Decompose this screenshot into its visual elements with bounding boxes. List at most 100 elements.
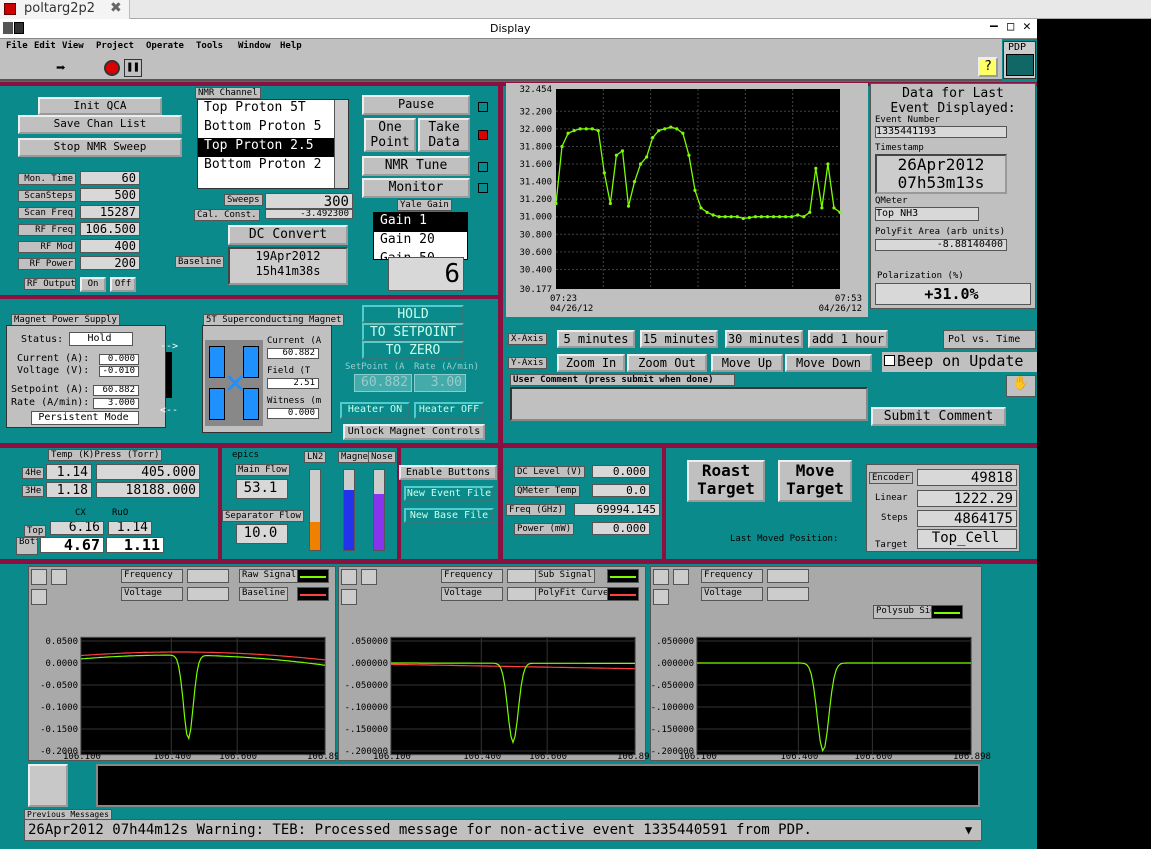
axis-format-icon[interactable]	[767, 569, 809, 583]
top-label: Top	[24, 525, 47, 537]
divider	[0, 559, 1037, 564]
message-button[interactable]	[28, 764, 68, 807]
chevron-down-icon[interactable]: ▼	[965, 823, 972, 837]
zoom-icon[interactable]	[31, 569, 47, 585]
init-qca-button[interactable]: Init QCA	[38, 97, 162, 115]
coil-block	[209, 346, 225, 378]
heater-off-button[interactable]: Heater OFF	[414, 402, 484, 419]
hold-button[interactable]: HOLD	[362, 305, 464, 323]
pan-hand-icon[interactable]	[31, 589, 47, 605]
beep-checkbox[interactable]	[884, 355, 895, 366]
crosshair-icon[interactable]	[361, 569, 377, 585]
nmr-tune-button[interactable]: NMR Tune	[362, 156, 470, 176]
nmr-channel-item[interactable]: Bottom Proton 2	[198, 157, 334, 176]
heater-on-button[interactable]: Heater ON	[340, 402, 410, 419]
zoom-icon[interactable]	[341, 569, 357, 585]
help-button[interactable]: ?	[978, 57, 998, 77]
data-point	[687, 153, 691, 157]
monitor-button[interactable]: Monitor	[362, 178, 470, 198]
rf-on-button[interactable]: On	[80, 277, 106, 292]
x-tick-label: 106.600	[529, 752, 568, 762]
axis-format-icon[interactable]	[187, 587, 229, 601]
nmr-channel-item[interactable]: Top Proton 2.5	[198, 138, 334, 157]
pan-hand-icon[interactable]	[341, 589, 357, 605]
menu-edit[interactable]: Edit	[34, 41, 56, 51]
last-message-field[interactable]: 26Apr2012 07h44m12s Warning: TEB: Proces…	[24, 819, 982, 841]
unlock-magnet-button[interactable]: Unlock Magnet Controls	[343, 424, 485, 440]
rf-off-button[interactable]: Off	[110, 277, 136, 292]
to-setpoint-button[interactable]: TO SETPOINT	[362, 323, 464, 341]
comment-input[interactable]	[510, 387, 868, 421]
tab-poltarg2p2[interactable]: poltarg2p2 ✖	[0, 0, 130, 19]
y-axis-button[interactable]: Move Down	[785, 354, 872, 372]
dc-convert-button[interactable]: DC Convert	[228, 225, 348, 245]
axis-format-icon[interactable]	[187, 569, 229, 583]
list-scrollbar[interactable]	[334, 100, 348, 188]
nmr-field-value[interactable]: 400	[80, 239, 140, 253]
rate-input[interactable]: 3.00	[414, 374, 466, 392]
plot-area	[80, 636, 326, 756]
setpoint-value: 60.882	[93, 385, 139, 396]
nmr-field-value[interactable]: 15287	[80, 205, 140, 219]
nmr-field-value[interactable]: 60	[80, 171, 140, 185]
persistent-mode: Persistent Mode	[31, 411, 139, 425]
axis-format-icon[interactable]	[767, 587, 809, 601]
y-axis-button[interactable]: Move Up	[711, 354, 783, 372]
window-menu-icon[interactable]	[3, 22, 13, 34]
menu-operate[interactable]: Operate	[146, 41, 184, 51]
run-arrow-icon[interactable]: ➡	[56, 58, 66, 77]
setpoint-input[interactable]: 60.882	[354, 374, 412, 392]
enable-buttons-button[interactable]: Enable Buttons	[399, 465, 497, 480]
close-icon[interactable]: ✖	[110, 0, 122, 16]
nmr-field-value[interactable]: 106.500	[80, 222, 140, 236]
stop-nmr-sweep-button[interactable]: Stop NMR Sweep	[18, 138, 182, 157]
gain-list[interactable]: Gain 1 Gain 20 Gain 50	[373, 212, 468, 260]
minimize-icon[interactable]: ‒	[990, 19, 998, 34]
menu-window[interactable]: Window	[238, 41, 271, 51]
witness-label: Witness (m	[267, 396, 322, 406]
x-axis-button[interactable]: 5 minutes	[557, 330, 635, 348]
abort-icon[interactable]	[104, 60, 120, 76]
submit-comment-button[interactable]: Submit Comment	[871, 407, 1006, 426]
gain-item[interactable]: Gain 20	[374, 232, 467, 251]
y-axis-button[interactable]: Zoom In	[557, 354, 625, 372]
take-data-button[interactable]: Take Data	[418, 118, 470, 152]
y-axis-button[interactable]: Zoom Out	[627, 354, 707, 372]
data-point	[808, 210, 812, 214]
data-point	[753, 215, 758, 219]
new-event-file-button[interactable]: New Event File	[404, 486, 494, 501]
nmr-field-value[interactable]: 500	[80, 188, 140, 202]
pan-hand-icon[interactable]: ✋	[1006, 375, 1036, 397]
close-icon[interactable]: ✕	[1023, 19, 1031, 34]
save-chan-button[interactable]: Save Chan List	[18, 115, 182, 134]
crosshair-icon[interactable]	[673, 569, 689, 585]
nmr-field-value[interactable]: 200	[80, 256, 140, 270]
gain-item[interactable]: Gain 1	[374, 213, 467, 232]
menu-view[interactable]: View	[62, 41, 84, 51]
to-zero-button[interactable]: TO ZERO	[362, 341, 464, 359]
move-target-button[interactable]: Move Target	[778, 460, 852, 502]
x-axis-button[interactable]: 15 minutes	[640, 330, 718, 348]
target-value: Top_Cell	[917, 529, 1017, 549]
pan-hand-icon[interactable]	[653, 589, 669, 605]
menu-tools[interactable]: Tools	[196, 41, 223, 51]
nmr-channel-list[interactable]: Top Proton 5T Bottom Proton 5 Top Proton 2…	[197, 99, 349, 189]
beep-checkbox-row[interactable]: Beep on Update	[882, 352, 1037, 372]
menu-help[interactable]: Help	[280, 41, 302, 51]
crosshair-icon[interactable]	[51, 569, 67, 585]
menu-file[interactable]: File	[6, 41, 28, 51]
pol-vs-time[interactable]: Pol vs. Time	[943, 330, 1036, 349]
maximize-icon[interactable]: □	[1007, 19, 1014, 33]
event-number: 1335441193	[875, 126, 1007, 138]
pause-button[interactable]: Pause	[362, 95, 470, 115]
pause-icon[interactable]: ❚❚	[124, 59, 142, 77]
nmr-channel-item[interactable]: Bottom Proton 5	[198, 119, 334, 138]
new-base-file-button[interactable]: New Base File	[404, 508, 494, 523]
one-point-button[interactable]: One Point	[364, 118, 416, 152]
nmr-channel-item[interactable]: Top Proton 5T	[198, 100, 334, 119]
zoom-icon[interactable]	[653, 569, 669, 585]
menu-project[interactable]: Project	[96, 41, 134, 51]
x-axis-button[interactable]: add 1 hour	[808, 330, 888, 348]
roast-target-button[interactable]: Roast Target	[687, 460, 765, 502]
x-axis-button[interactable]: 30 minutes	[725, 330, 803, 348]
